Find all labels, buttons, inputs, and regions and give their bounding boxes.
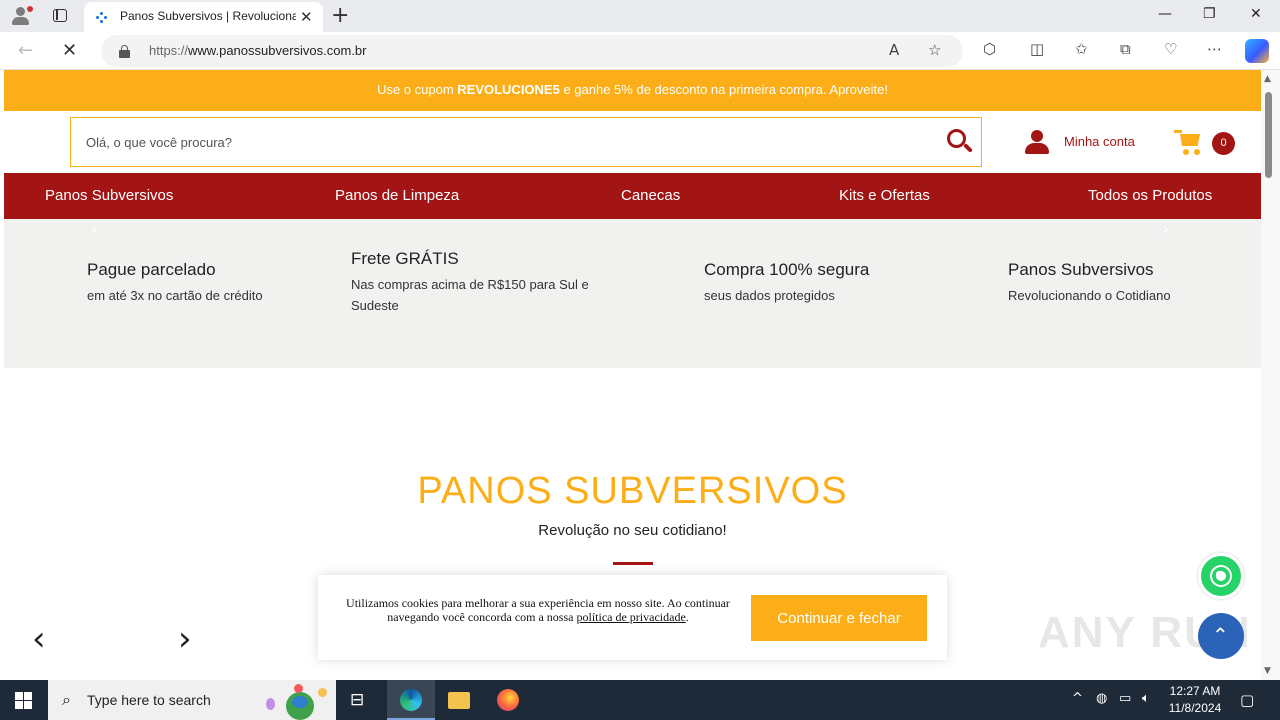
taskbar-clock[interactable]: 12:27 AM 11/8/2024 <box>1164 683 1226 717</box>
main-nav: Panos Subversivos Panos de Limpeza Canec… <box>4 173 1261 219</box>
back-icon[interactable]: ← <box>18 40 33 61</box>
section-title: PANOS SUBVERSIVOS <box>417 470 848 512</box>
cart-count-badge: 0 <box>1212 132 1235 155</box>
taskbar-search-placeholder: Type here to search <box>87 692 211 708</box>
privacy-policy-link[interactable]: política de privacidade <box>576 610 685 624</box>
search-icon: ⌕ <box>62 690 71 709</box>
copilot-icon[interactable] <box>1245 39 1269 63</box>
benefit-title: Panos Subversivos <box>1008 260 1154 279</box>
nav-item-kits-e-ofertas[interactable]: Kits e Ofertas <box>839 187 930 204</box>
section-divider <box>613 562 653 565</box>
nav-item-canecas[interactable]: Canecas <box>621 187 680 204</box>
favorite-icon[interactable]: ☆ <box>928 41 941 59</box>
browser-tab[interactable]: Panos Subversivos | Revolucionan ✕ <box>84 2 323 32</box>
tab-close-icon[interactable]: ✕ <box>300 8 313 26</box>
benefit-subtitle: Revolucionando o Cotidiano <box>1008 288 1171 303</box>
address-bar[interactable]: https://www.panossubversivos.com.br A ☆ <box>101 35 963 67</box>
scroll-down-icon[interactable]: ▼ <box>1264 666 1271 676</box>
account-label[interactable]: Minha conta <box>1064 134 1135 149</box>
cookie-accept-button[interactable]: Continuar e fechar <box>751 595 927 641</box>
benefit-item: Frete GRÁTIS Nas compras acima de R$150 … <box>351 249 631 316</box>
edge-icon <box>400 689 422 711</box>
reload-stop-icon[interactable]: ✕ <box>62 40 77 61</box>
benefits-bar: ‹ › Pague parcelado em até 3x no cartão … <box>4 219 1261 368</box>
search-highlight-icon <box>264 684 332 720</box>
search-box <box>70 117 982 167</box>
tab-actions-icon[interactable] <box>53 9 67 22</box>
cookie-banner: Utilizamos cookies para melhorar a sua e… <box>318 575 947 660</box>
firefox-icon <box>497 689 519 711</box>
nav-item-panos-de-limpeza[interactable]: Panos de Limpeza <box>335 187 459 204</box>
page-viewport: Use o cupom REVOLUCIONE5 e ganhe 5% de d… <box>4 70 1261 680</box>
cart-button[interactable]: 0 <box>1174 126 1236 158</box>
taskbar-search[interactable]: ⌕ Type here to search <box>48 680 336 720</box>
favorites-icon[interactable]: ✩ <box>1075 40 1088 58</box>
browser-titlebar: Panos Subversivos | Revolucionan ✕ + — ❐… <box>0 0 1280 32</box>
chevron-up-icon: ⌃ <box>1212 623 1229 647</box>
notifications-icon[interactable]: ▢ <box>1240 691 1254 709</box>
new-tab-button[interactable]: + <box>331 3 349 28</box>
page-scrollbar[interactable]: ▲ ▼ <box>1261 70 1280 680</box>
benefit-item: Panos Subversivos Revolucionando o Cotid… <box>1008 260 1171 306</box>
url-text[interactable]: https://www.panossubversivos.com.br <box>149 43 367 58</box>
promo-banner: Use o cupom REVOLUCIONE5 e ganhe 5% de d… <box>4 70 1261 111</box>
site-favicon-icon <box>94 10 110 26</box>
benefit-title: Compra 100% segura <box>704 260 870 279</box>
search-icon[interactable] <box>947 129 973 155</box>
scrollbar-thumb[interactable] <box>1265 92 1272 178</box>
nav-item-panos-subversivos[interactable]: Panos Subversivos <box>45 187 173 204</box>
taskbar-firefox[interactable] <box>484 680 532 720</box>
benefit-title: Pague parcelado <box>87 260 216 279</box>
taskbar-file-explorer[interactable] <box>435 680 483 720</box>
benefit-title: Frete GRÁTIS <box>351 249 459 268</box>
benefits-prev-icon[interactable]: ‹ <box>91 219 98 240</box>
tab-title: Panos Subversivos | Revolucionan <box>120 9 296 23</box>
more-icon[interactable]: ⋯ <box>1207 40 1222 58</box>
taskbar-edge[interactable] <box>387 680 435 720</box>
user-icon[interactable] <box>1024 130 1050 156</box>
meet-icon[interactable]: ◍ <box>1096 691 1107 706</box>
cookie-text: Utilizamos cookies para melhorar a sua e… <box>346 596 730 624</box>
windows-start-icon[interactable] <box>15 692 32 709</box>
benefit-item: Compra 100% segura seus dados protegidos <box>704 260 869 306</box>
clock-time: 12:27 AM <box>1169 684 1221 698</box>
profile-icon[interactable] <box>10 6 33 26</box>
cart-icon[interactable] <box>1174 128 1204 156</box>
taskbar: ⌕ Type here to search ⊟ ^ ◍ ▭ 🔈︎ 12:27 A… <box>0 680 1280 720</box>
folder-icon <box>448 692 470 709</box>
benefits-next-icon[interactable]: › <box>1162 219 1169 240</box>
promo-text-end: e ganhe 5% de desconto na primeira compr… <box>559 82 888 97</box>
browser-essentials-icon[interactable]: ♡ <box>1164 40 1177 58</box>
whatsapp-icon[interactable] <box>1198 553 1244 599</box>
extensions-icon[interactable]: ⬡ <box>983 40 996 58</box>
benefit-subtitle: Nas compras acima de R$150 para Sul e Su… <box>351 277 589 313</box>
restore-button[interactable]: ❐ <box>1203 6 1216 22</box>
lock-icon[interactable] <box>119 45 130 58</box>
carousel-prev-icon[interactable]: ‹ <box>32 622 46 656</box>
close-window-button[interactable]: ✕ <box>1250 6 1262 22</box>
tray-overflow-icon[interactable]: ^ <box>1072 691 1083 706</box>
task-view-icon[interactable]: ⊟ <box>350 690 364 710</box>
benefit-subtitle: seus dados protegidos <box>704 288 835 303</box>
promo-code: REVOLUCIONE5 <box>457 82 560 97</box>
benefit-subtitle: em até 3x no cartão de crédito <box>87 288 263 303</box>
scroll-top-button[interactable]: ⌃ <box>1198 613 1244 659</box>
split-screen-icon[interactable]: ◫ <box>1030 40 1044 58</box>
scroll-up-icon[interactable]: ▲ <box>1264 74 1271 84</box>
section-subtitle: Revolução no seu cotidiano! <box>538 522 727 539</box>
benefit-item: Pague parcelado em até 3x no cartão de c… <box>87 260 263 306</box>
network-icon[interactable]: ▭ <box>1119 691 1131 706</box>
nav-item-todos-os-produtos[interactable]: Todos os Produtos <box>1088 187 1212 204</box>
read-aloud-icon[interactable]: A <box>889 41 899 59</box>
search-input[interactable] <box>71 118 931 166</box>
clock-date: 11/8/2024 <box>1168 701 1222 715</box>
browser-toolbar: ← ✕ https://www.panossubversivos.com.br … <box>0 32 1280 70</box>
volume-icon[interactable]: 🔈︎ <box>1142 691 1150 706</box>
carousel-next-icon[interactable]: › <box>178 622 192 656</box>
collections-icon[interactable]: ⧉ <box>1120 40 1131 58</box>
minimize-button[interactable]: — <box>1158 6 1172 22</box>
promo-text: Use o cupom <box>377 82 458 97</box>
